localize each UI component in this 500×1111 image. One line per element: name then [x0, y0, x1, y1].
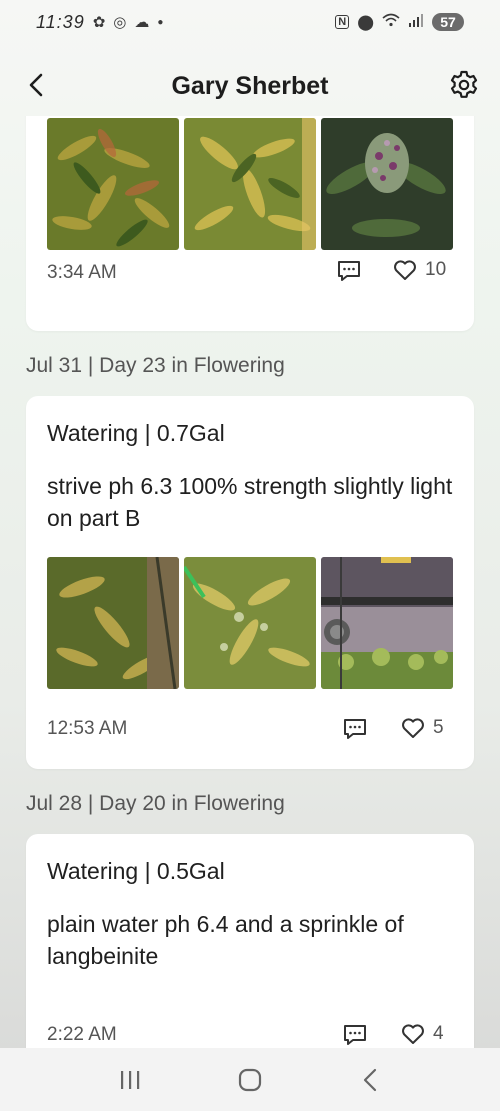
- like-count: 5: [433, 717, 444, 738]
- settings-button[interactable]: [446, 67, 482, 103]
- home-button[interactable]: [228, 1058, 272, 1102]
- heart-icon: [402, 718, 424, 738]
- location-icon: ⬤: [357, 14, 374, 31]
- entry-text: plain water ph 6.4 and a sprinkle of lan…: [47, 911, 404, 969]
- entry-title: Watering | 0.7Gal: [47, 420, 225, 446]
- comment-icon[interactable]: [342, 1022, 368, 1048]
- heart-icon: [394, 260, 416, 280]
- grow-tent-photo[interactable]: [321, 557, 453, 689]
- entry-time: 3:34 AM: [47, 262, 117, 283]
- entry-time: 12:53 AM: [47, 718, 128, 739]
- plant-photo[interactable]: [321, 118, 453, 250]
- entry-text: strive ph 6.3 100% strength slightly lig…: [47, 473, 453, 531]
- battery-badge: 57: [432, 13, 464, 31]
- app-header: Gary Sherbet: [0, 55, 500, 117]
- system-back-button[interactable]: [348, 1058, 392, 1102]
- home-icon: [238, 1068, 262, 1091]
- like-count: 4: [433, 1023, 444, 1044]
- entry-card: Watering | 0.7Gal strive ph 6.3 100% str…: [26, 396, 474, 769]
- dot-icon: ●: [157, 16, 164, 28]
- chevron-left-icon: [29, 73, 43, 97]
- like-button[interactable]: 5: [401, 717, 444, 739]
- back-icon: [363, 1068, 377, 1091]
- entry-date-label: Jul 28 | Day 20 in Flowering: [26, 792, 285, 815]
- recent-apps-button[interactable]: [108, 1058, 152, 1102]
- entry-title: Watering | 0.5Gal: [47, 858, 225, 884]
- status-left: 11:39 ✿ ◎ ☁ ●: [36, 12, 163, 33]
- photo-row: [47, 557, 453, 689]
- status-right: N ⬤ 57: [335, 13, 464, 31]
- status-bar: 11:39 ✿ ◎ ☁ ● N ⬤ 57: [0, 0, 500, 44]
- wifi-icon: [382, 13, 400, 31]
- signal-icon: [408, 13, 424, 31]
- system-nav-bar: [0, 1048, 500, 1111]
- back-button[interactable]: [20, 67, 52, 103]
- entry-card: 3:34 AM 10: [26, 116, 474, 331]
- gear-icon: [450, 70, 478, 98]
- entry-time: 2:22 AM: [47, 1024, 117, 1045]
- heart-icon: [402, 1024, 424, 1044]
- entry-date-label: Jul 31 | Day 23 in Flowering: [26, 354, 285, 377]
- feed[interactable]: 3:34 AM 10 Jul 31 | Day 23 in Flowering …: [0, 116, 500, 1048]
- target-icon: ◎: [113, 14, 127, 31]
- comment-icon[interactable]: [336, 258, 362, 284]
- comment-icon[interactable]: [342, 716, 368, 742]
- plant-photo[interactable]: [184, 557, 316, 689]
- plant-photo[interactable]: [47, 118, 179, 250]
- cloud-icon: ☁: [134, 14, 150, 31]
- status-time: 11:39: [36, 11, 85, 32]
- plant-photo[interactable]: [184, 118, 316, 250]
- cannabis-leaf-icon: ✿: [92, 14, 106, 31]
- nfc-icon: N: [335, 15, 350, 29]
- like-button[interactable]: 4: [401, 1023, 444, 1045]
- photo-row: [47, 118, 453, 250]
- like-count: 10: [425, 259, 447, 280]
- like-button[interactable]: 10: [393, 259, 446, 281]
- page-title: Gary Sherbet: [171, 71, 329, 100]
- plant-photo[interactable]: [47, 557, 179, 689]
- entry-card: Watering | 0.5Gal plain water ph 6.4 and…: [26, 834, 474, 1048]
- recent-apps-icon: [121, 1070, 140, 1089]
